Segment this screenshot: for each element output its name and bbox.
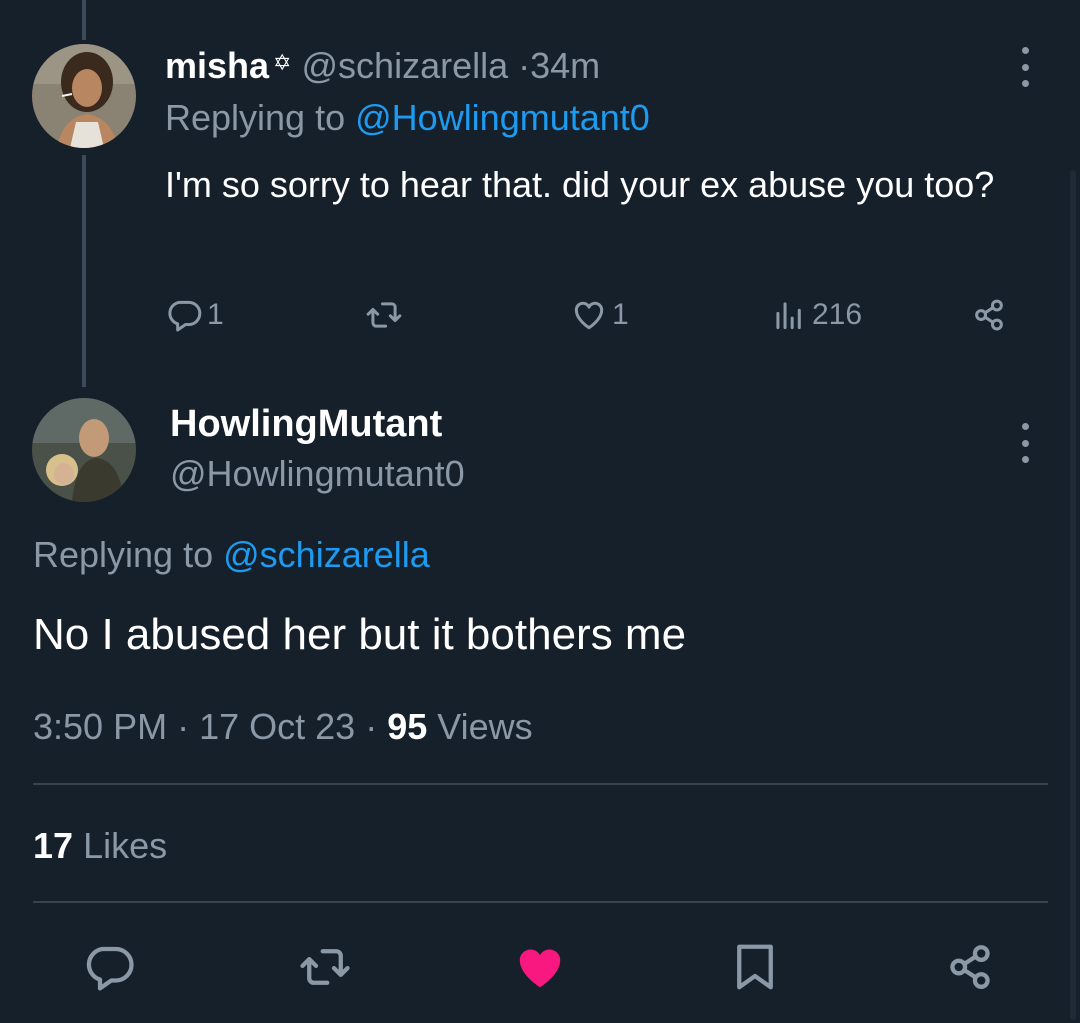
tweet-thread-page: misha ✡ @schizarella ·34m Replying to @Ho… xyxy=(0,0,1080,1023)
reply-count: 1 xyxy=(207,298,224,331)
likes-summary[interactable]: 17 Likes xyxy=(33,822,167,870)
main-handle[interactable]: @Howlingmutant0 xyxy=(170,450,465,498)
heart-icon xyxy=(574,301,604,330)
thread-connector xyxy=(82,155,86,387)
bookmark-icon xyxy=(737,944,773,990)
more-options-icon[interactable] xyxy=(1015,47,1035,87)
reply-separator: · xyxy=(518,45,531,86)
retweet-icon xyxy=(366,302,402,328)
thread-connector-top xyxy=(82,0,86,40)
reply-action-bar: 1 1 216 xyxy=(165,290,1025,340)
share-icon xyxy=(950,945,990,989)
more-options-icon-main[interactable] xyxy=(1015,423,1035,463)
main-display-name[interactable]: HowlingMutant xyxy=(170,400,442,448)
like-button[interactable]: 1 xyxy=(570,290,629,340)
main-retweet-button[interactable] xyxy=(298,940,352,994)
divider-bottom xyxy=(33,901,1048,903)
views-button[interactable]: 216 xyxy=(770,290,862,340)
reply-button[interactable]: 1 xyxy=(165,290,224,340)
like-count: 1 xyxy=(612,298,629,331)
reply-icon xyxy=(86,946,134,991)
share-icon xyxy=(975,299,1003,331)
tweet-time[interactable]: 3:50 PM xyxy=(33,706,167,747)
reply-timestamp[interactable]: 34m xyxy=(530,45,600,86)
replying-to-handle-link[interactable]: @Howlingmutant0 xyxy=(355,97,650,138)
tweet-views-count: 95 xyxy=(387,706,428,747)
reply-tweet-header: misha ✡ @schizarella ·34m xyxy=(165,40,600,89)
avatar-howlingmutant[interactable] xyxy=(32,398,136,502)
main-like-button[interactable] xyxy=(513,940,567,994)
heart-filled-icon xyxy=(519,949,561,988)
views-chart-icon xyxy=(776,302,801,330)
replying-to-label: Replying to xyxy=(165,97,346,138)
likes-label: Likes xyxy=(83,825,168,866)
main-tweet-text: No I abused her but it bothers me xyxy=(33,610,687,659)
tweet-meta: 3:50 PM · 17 Oct 23 · 95 Views xyxy=(33,703,533,751)
retweet-icon xyxy=(300,949,350,985)
main-bookmark-button[interactable] xyxy=(728,940,782,994)
reply-tweet-text: I'm so sorry to hear that. did your ex a… xyxy=(165,164,995,205)
reply-icon xyxy=(168,300,202,332)
main-replying-to: Replying to @schizarella xyxy=(33,530,430,580)
meta-separator-1: · xyxy=(177,706,190,747)
tweet-views-label: Views xyxy=(437,706,533,747)
divider-top xyxy=(33,783,1048,785)
reply-display-name[interactable]: misha xyxy=(165,45,269,86)
main-reply-button[interactable] xyxy=(82,940,136,994)
reply-handle[interactable]: @schizarella xyxy=(302,45,509,86)
share-button[interactable] xyxy=(970,290,1008,340)
retweet-button[interactable] xyxy=(365,290,403,340)
avatar-misha[interactable] xyxy=(32,44,136,148)
likes-count: 17 xyxy=(33,825,74,866)
main-share-button[interactable] xyxy=(943,940,997,994)
main-action-bar xyxy=(0,935,1080,995)
main-replying-to-handle-link[interactable]: @schizarella xyxy=(223,534,430,575)
views-count: 216 xyxy=(812,298,863,331)
reply-replying-to: Replying to @Howlingmutant0 xyxy=(165,95,650,141)
tweet-date[interactable]: 17 Oct 23 xyxy=(199,706,355,747)
scrollbar[interactable] xyxy=(1070,170,1076,1020)
meta-separator-2: · xyxy=(365,706,378,747)
main-replying-to-label: Replying to xyxy=(33,534,214,575)
star-of-david-icon: ✡ xyxy=(273,50,292,75)
